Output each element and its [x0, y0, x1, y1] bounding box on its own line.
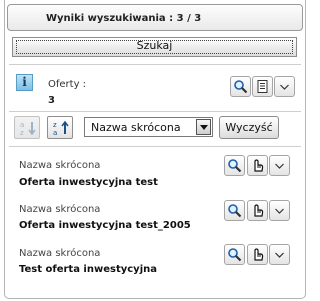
- item-search-button[interactable]: [224, 155, 245, 176]
- sort-descending-button[interactable]: z a: [47, 116, 73, 139]
- document-list-icon: [257, 80, 268, 93]
- item-title[interactable]: Oferta inwestycyjna test_2005: [19, 220, 191, 231]
- svg-text:a: a: [20, 121, 24, 129]
- clear-button[interactable]: Wyczyść: [219, 116, 279, 139]
- item-title[interactable]: Test oferta inwestycyjna: [19, 264, 157, 275]
- results-title: Wyniki wyszukiwania : 3 / 3: [46, 13, 202, 24]
- offers-label: Oferty :: [48, 79, 87, 90]
- hand-pointer-icon: [254, 248, 264, 261]
- sort-descending-icon: z a: [53, 120, 69, 136]
- svg-text:z: z: [53, 121, 57, 129]
- search-button[interactable]: Szukaj: [12, 37, 297, 57]
- item-select-button[interactable]: [247, 200, 268, 221]
- list-offers-button[interactable]: [252, 76, 273, 97]
- svg-text:a: a: [53, 129, 57, 136]
- offers-count: 3: [48, 95, 55, 106]
- chevron-down-icon: [275, 208, 284, 214]
- chevron-down-icon: [275, 252, 284, 258]
- item-field-label: Nazwa skrócona: [19, 204, 101, 215]
- search-offers-button[interactable]: [230, 76, 251, 97]
- item-field-label: Nazwa skrócona: [19, 160, 101, 171]
- chevron-down-icon: [275, 163, 284, 169]
- item-select-button[interactable]: [247, 155, 268, 176]
- item-field-label: Nazwa skrócona: [19, 248, 101, 259]
- hand-pointer-icon: [254, 159, 264, 172]
- item-more-button[interactable]: [269, 155, 290, 176]
- offers-more-button[interactable]: [274, 76, 295, 97]
- caret-down-icon: [200, 125, 208, 130]
- sort-ascending-icon: a z: [20, 121, 36, 136]
- item-title[interactable]: Oferta inwestycyjna test: [19, 177, 158, 188]
- search-icon: [228, 204, 242, 218]
- search-icon: [228, 159, 242, 173]
- dropdown-arrow[interactable]: [196, 119, 211, 135]
- info-icon[interactable]: i: [16, 74, 33, 91]
- item-search-button[interactable]: [224, 244, 245, 265]
- item-search-button[interactable]: [224, 200, 245, 221]
- item-more-button[interactable]: [269, 200, 290, 221]
- svg-text:z: z: [20, 129, 24, 136]
- divider: [9, 146, 301, 147]
- chevron-down-icon: [280, 84, 289, 90]
- sort-field-select[interactable]: Nazwa skrócona: [84, 117, 213, 137]
- sort-ascending-button[interactable]: a z: [14, 116, 40, 139]
- divider: [9, 64, 301, 65]
- item-select-button[interactable]: [247, 244, 268, 265]
- item-more-button[interactable]: [269, 244, 290, 265]
- divider: [9, 111, 301, 112]
- hand-pointer-icon: [254, 204, 264, 217]
- search-icon: [234, 80, 248, 94]
- results-header: Wyniki wyszukiwania : 3 / 3: [7, 4, 303, 31]
- sort-field-value: Nazwa skrócona: [91, 121, 181, 134]
- search-button-label: Szukaj: [136, 39, 173, 52]
- search-icon: [228, 248, 242, 262]
